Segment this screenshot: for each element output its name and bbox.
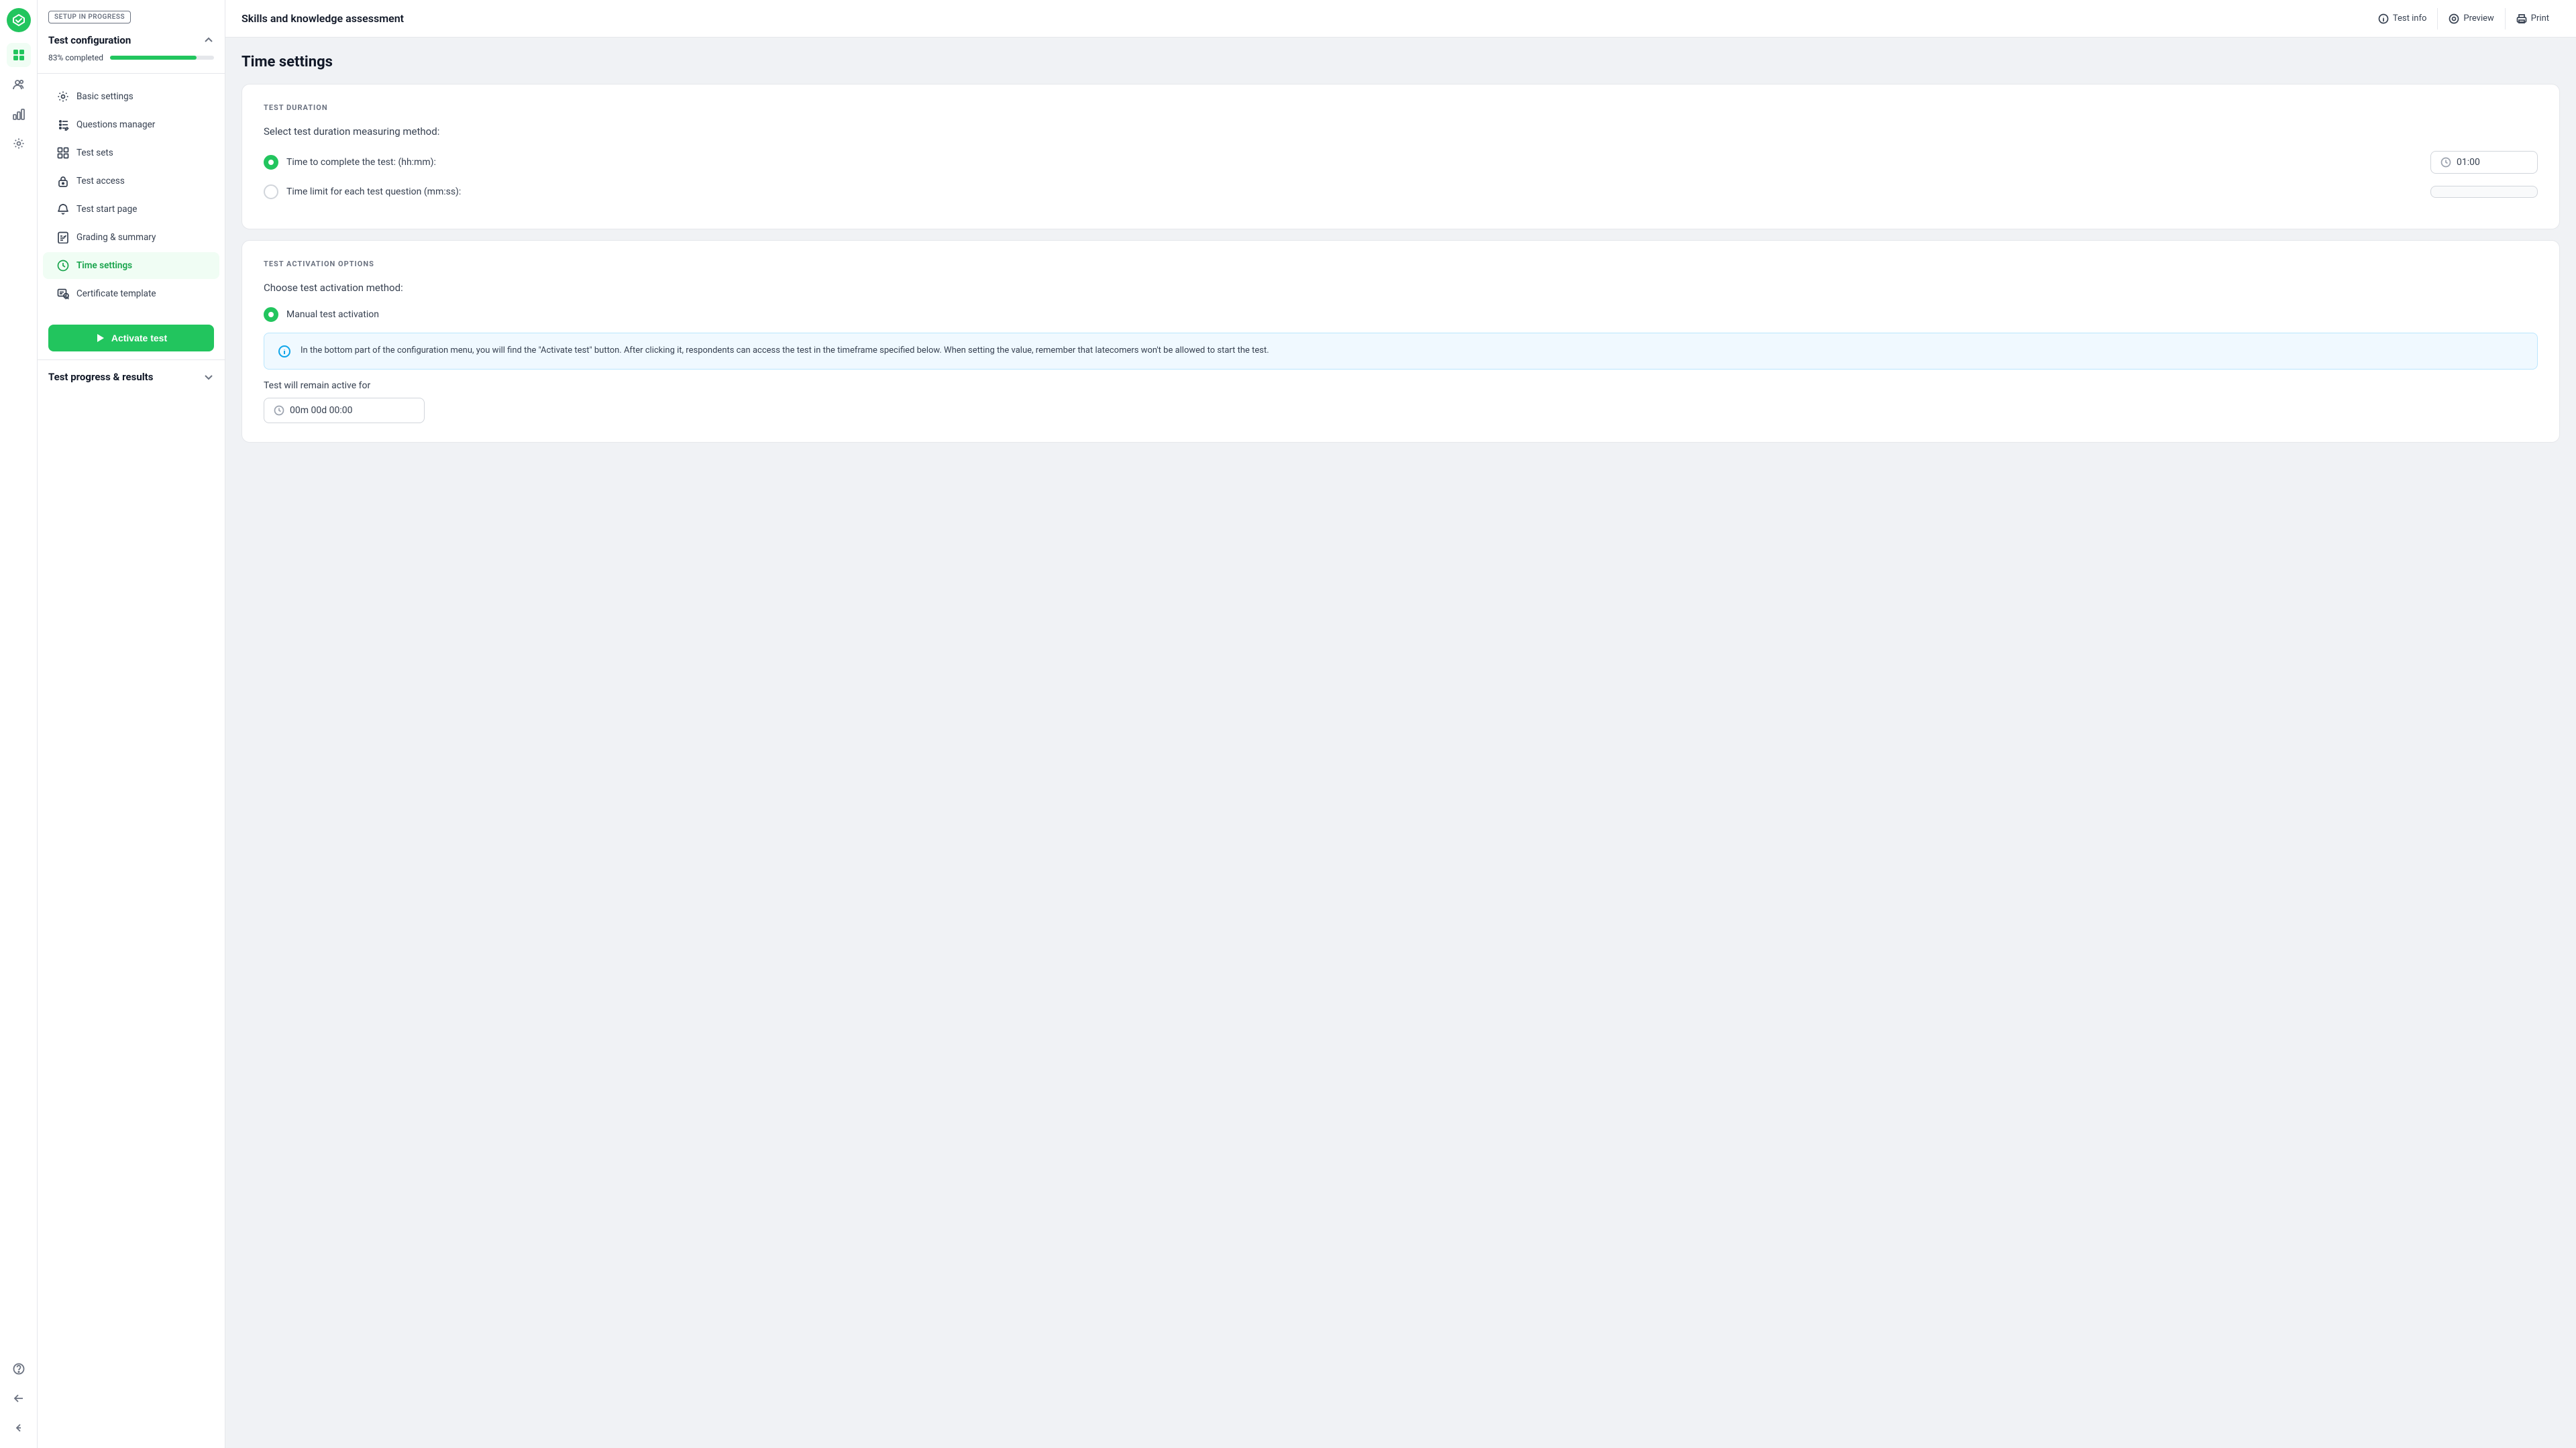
info-icon <box>2378 13 2389 24</box>
radio-manual-activation[interactable] <box>264 307 278 322</box>
clock-duration-icon <box>274 405 284 416</box>
activation-info-box: In the bottom part of the configuration … <box>264 333 2538 370</box>
print-label: Print <box>2531 13 2549 23</box>
progress-bar-fill <box>110 56 197 60</box>
test-duration-card: TEST DURATION Select test duration measu… <box>241 84 2560 229</box>
radio-manual-label: Manual test activation <box>286 309 2538 320</box>
progress-results-title: Test progress & results <box>48 371 153 383</box>
activation-description: Choose test activation method: <box>264 282 2538 294</box>
sidebar-icon-help[interactable] <box>7 1357 31 1381</box>
bell-icon <box>56 203 70 216</box>
sidebar: SETUP IN PROGRESS Test configuration 83%… <box>38 0 225 1448</box>
clock-icon <box>56 259 70 272</box>
nav-label-grading-summary: Grading & summary <box>76 232 156 243</box>
progress-results-section: Test progress & results <box>38 359 225 394</box>
main-content: Skills and knowledge assessment Test inf… <box>225 0 2576 1448</box>
preview-label: Preview <box>2463 13 2493 23</box>
test-activation-inner: TEST ACTIVATION OPTIONS Choose test acti… <box>242 241 2559 442</box>
nav-item-test-sets[interactable]: Test sets <box>43 140 219 166</box>
remain-active-input[interactable]: 00m 00d 00:00 <box>264 398 425 423</box>
nav-item-certificate-template[interactable]: Certificate template <box>43 280 219 307</box>
test-info-label: Test info <box>2393 13 2426 23</box>
radio-complete-test-label: Time to complete the test: (hh:mm): <box>286 157 2422 168</box>
clock-small-icon <box>2440 157 2451 168</box>
page-title: Time settings <box>241 54 2560 70</box>
configuration-section-header[interactable]: Test configuration <box>48 34 214 46</box>
grid-icon <box>56 146 70 160</box>
progress-info: 83% completed <box>48 53 214 62</box>
nav-item-basic-settings[interactable]: Basic settings <box>43 83 219 110</box>
test-info-button[interactable]: Test info <box>2367 8 2437 30</box>
progress-results-header[interactable]: Test progress & results <box>48 371 214 383</box>
print-icon <box>2516 13 2527 24</box>
doc-chart-icon <box>56 231 70 244</box>
topbar-actions: Test info Preview Print <box>2367 8 2560 30</box>
test-duration-inner: TEST DURATION Select test duration measu… <box>242 85 2559 229</box>
progress-bar-bg <box>110 56 214 60</box>
nav-item-test-start-page[interactable]: Test start page <box>43 196 219 223</box>
sidebar-header: SETUP IN PROGRESS Test configuration 83%… <box>38 0 225 74</box>
nav-item-questions-manager[interactable]: Questions manager <box>43 111 219 138</box>
time-complete-input[interactable]: 01:00 <box>2430 151 2538 174</box>
nav-label-test-start-page: Test start page <box>76 204 137 215</box>
radio-per-question-label: Time limit for each test question (mm:ss… <box>286 186 2422 197</box>
duration-option-complete: Time to complete the test: (hh:mm): 01:0… <box>264 151 2538 174</box>
duration-description: Select test duration measuring method: <box>264 125 2538 137</box>
app-logo[interactable] <box>7 8 31 32</box>
preview-button[interactable]: Preview <box>2437 8 2504 30</box>
app-title: Skills and knowledge assessment <box>241 12 404 25</box>
activation-option-manual: Manual test activation <box>264 307 2538 322</box>
content-area: Time settings TEST DURATION Select test … <box>225 38 2576 1448</box>
sidebar-icon-collapse[interactable] <box>7 1416 31 1440</box>
nav-item-grading-summary[interactable]: Grading & summary <box>43 224 219 251</box>
preview-icon <box>2449 13 2459 24</box>
nav-item-test-access[interactable]: Test access <box>43 168 219 194</box>
play-icon <box>95 333 106 343</box>
remain-active-label: Test will remain active for <box>264 380 2538 391</box>
lock-icon <box>56 174 70 188</box>
activate-btn-label: Activate test <box>111 333 167 343</box>
nav-label-questions-manager: Questions manager <box>76 119 155 130</box>
configuration-title: Test configuration <box>48 34 131 46</box>
chevron-down-icon <box>203 372 214 382</box>
radio-complete-test[interactable] <box>264 155 278 170</box>
topbar: Skills and knowledge assessment Test inf… <box>225 0 2576 38</box>
sidebar-nav: Basic settings Questions manager <box>38 74 225 317</box>
setup-badge: SETUP IN PROGRESS <box>48 11 131 23</box>
sidebar-icon-grid[interactable] <box>7 43 31 67</box>
time-per-question-input[interactable] <box>2430 186 2538 198</box>
time-complete-value: 01:00 <box>2457 157 2480 168</box>
nav-label-test-sets: Test sets <box>76 148 113 158</box>
nav-label-basic-settings: Basic settings <box>76 91 133 102</box>
activation-info-text: In the bottom part of the configuration … <box>301 344 1269 358</box>
test-activation-label: TEST ACTIVATION OPTIONS <box>264 260 2538 268</box>
list-edit-icon <box>56 118 70 131</box>
sidebar-icon-back[interactable] <box>7 1386 31 1410</box>
sidebar-icon-chart[interactable] <box>7 102 31 126</box>
certificate-icon <box>56 287 70 300</box>
icon-bar <box>0 0 38 1448</box>
print-button[interactable]: Print <box>2505 8 2560 30</box>
test-duration-label: TEST DURATION <box>264 103 2538 112</box>
remain-active-value: 00m 00d 00:00 <box>290 405 352 416</box>
info-circle-icon <box>278 345 291 358</box>
sidebar-icon-settings[interactable] <box>7 131 31 156</box>
test-activation-card: TEST ACTIVATION OPTIONS Choose test acti… <box>241 240 2560 443</box>
nav-label-test-access: Test access <box>76 176 125 186</box>
nav-item-time-settings[interactable]: Time settings <box>43 252 219 279</box>
chevron-up-icon <box>203 35 214 46</box>
radio-per-question[interactable] <box>264 184 278 199</box>
gear-icon <box>56 90 70 103</box>
sidebar-icon-people[interactable] <box>7 72 31 97</box>
nav-label-certificate-template: Certificate template <box>76 288 156 299</box>
duration-option-per-question: Time limit for each test question (mm:ss… <box>264 184 2538 199</box>
nav-label-time-settings: Time settings <box>76 260 132 271</box>
progress-label: 83% completed <box>48 53 103 62</box>
activate-test-button[interactable]: Activate test <box>48 325 214 351</box>
